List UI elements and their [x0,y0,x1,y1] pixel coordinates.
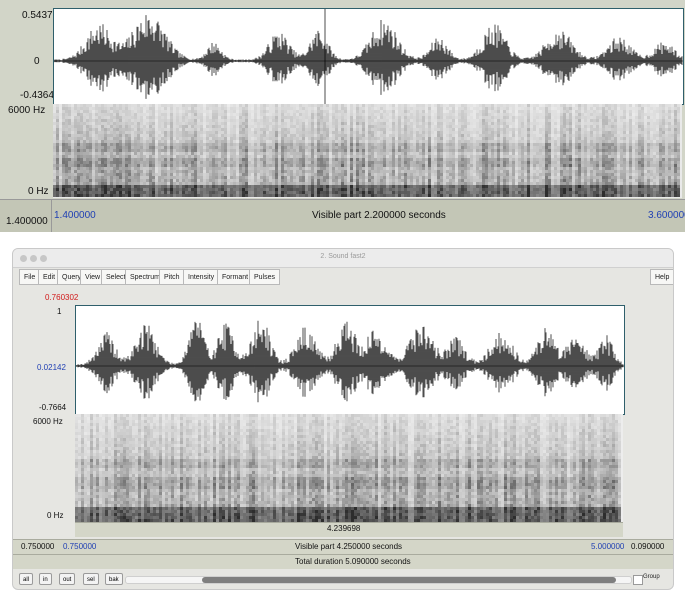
zoom-out-button[interactable]: out [59,573,76,585]
scrollbar-thumb[interactable] [202,577,616,583]
wave-max-label: 1 [57,307,62,316]
spec-max-label: 6000 Hz [33,417,63,426]
visible-end: 5.000000 [591,542,625,551]
cursor-time-row[interactable]: 4.239698 [75,522,623,537]
top-spectrogram[interactable] [53,104,682,198]
zoom-selection-button[interactable]: sel [83,573,99,585]
total-duration-row[interactable]: Total duration 5.090000 seconds [13,554,673,569]
top-visible-label: Visible part 2.200000 seconds [312,210,446,221]
wave-mid-label: 0.02142 [37,363,66,372]
menu-pulses[interactable]: Pulses [249,269,281,285]
top-visible-start: 1.400000 [54,210,96,221]
cursor-value-label: 0.760302 [45,293,79,302]
top-waveform[interactable] [53,8,684,105]
top-visible-end: 3.600000 [648,210,685,221]
wave-min-label: -0.7664 [39,403,67,412]
waveform[interactable] [75,305,625,415]
menu-pitch[interactable]: Pitch [159,269,185,285]
visible-label: Visible part 4.250000 seconds [295,542,403,551]
menu-formant[interactable]: Formant [217,269,254,285]
menu-intensity[interactable]: Intensity [183,269,220,285]
top-time-bar[interactable]: 1.400000 1.400000 Visible part 2.200000 … [0,199,685,232]
menu-help[interactable]: Help [650,269,673,285]
spec-min-label: 0 Hz [47,511,64,520]
top-sound-view: 0.5437 0 -0.4364 6000 Hz 0 Hz 1.400000 1… [0,0,685,232]
zoom-all-button[interactable]: all [19,573,34,585]
top-spec-max-label: 6000 Hz [8,105,46,116]
horizontal-scrollbar[interactable] [125,576,632,584]
visible-part-row[interactable]: 0.750000 0.750000 Visible part 4.250000 … [13,539,673,554]
top-left-time: 1.400000 [6,216,48,227]
top-wave-min-label: -0.4364 [20,90,54,101]
top-wave-zero-label: 0 [34,56,40,67]
sound-editor-window: 2. Sound fast2 File Edit Query View Sele… [12,248,674,590]
title-bar[interactable]: 2. Sound fast2 [13,249,673,268]
right-time: 0.090000 [631,542,665,551]
spectrogram[interactable] [75,414,623,522]
top-wave-max-label: 0.5437 [22,10,53,21]
top-left-time-cell[interactable]: 1.400000 [0,200,52,232]
group-checkbox-icon[interactable] [633,575,643,585]
group-label: Group [643,574,660,580]
total-duration: Total duration 5.090000 seconds [295,557,411,566]
left-time: 0.750000 [21,542,55,551]
visible-start: 0.750000 [63,542,97,551]
top-spec-min-label: 0 Hz [28,186,49,197]
zoom-in-button[interactable]: in [39,573,52,585]
zoom-back-button[interactable]: bak [105,573,123,585]
cursor-time: 4.239698 [327,524,361,533]
window-title: 2. Sound fast2 [320,253,366,260]
